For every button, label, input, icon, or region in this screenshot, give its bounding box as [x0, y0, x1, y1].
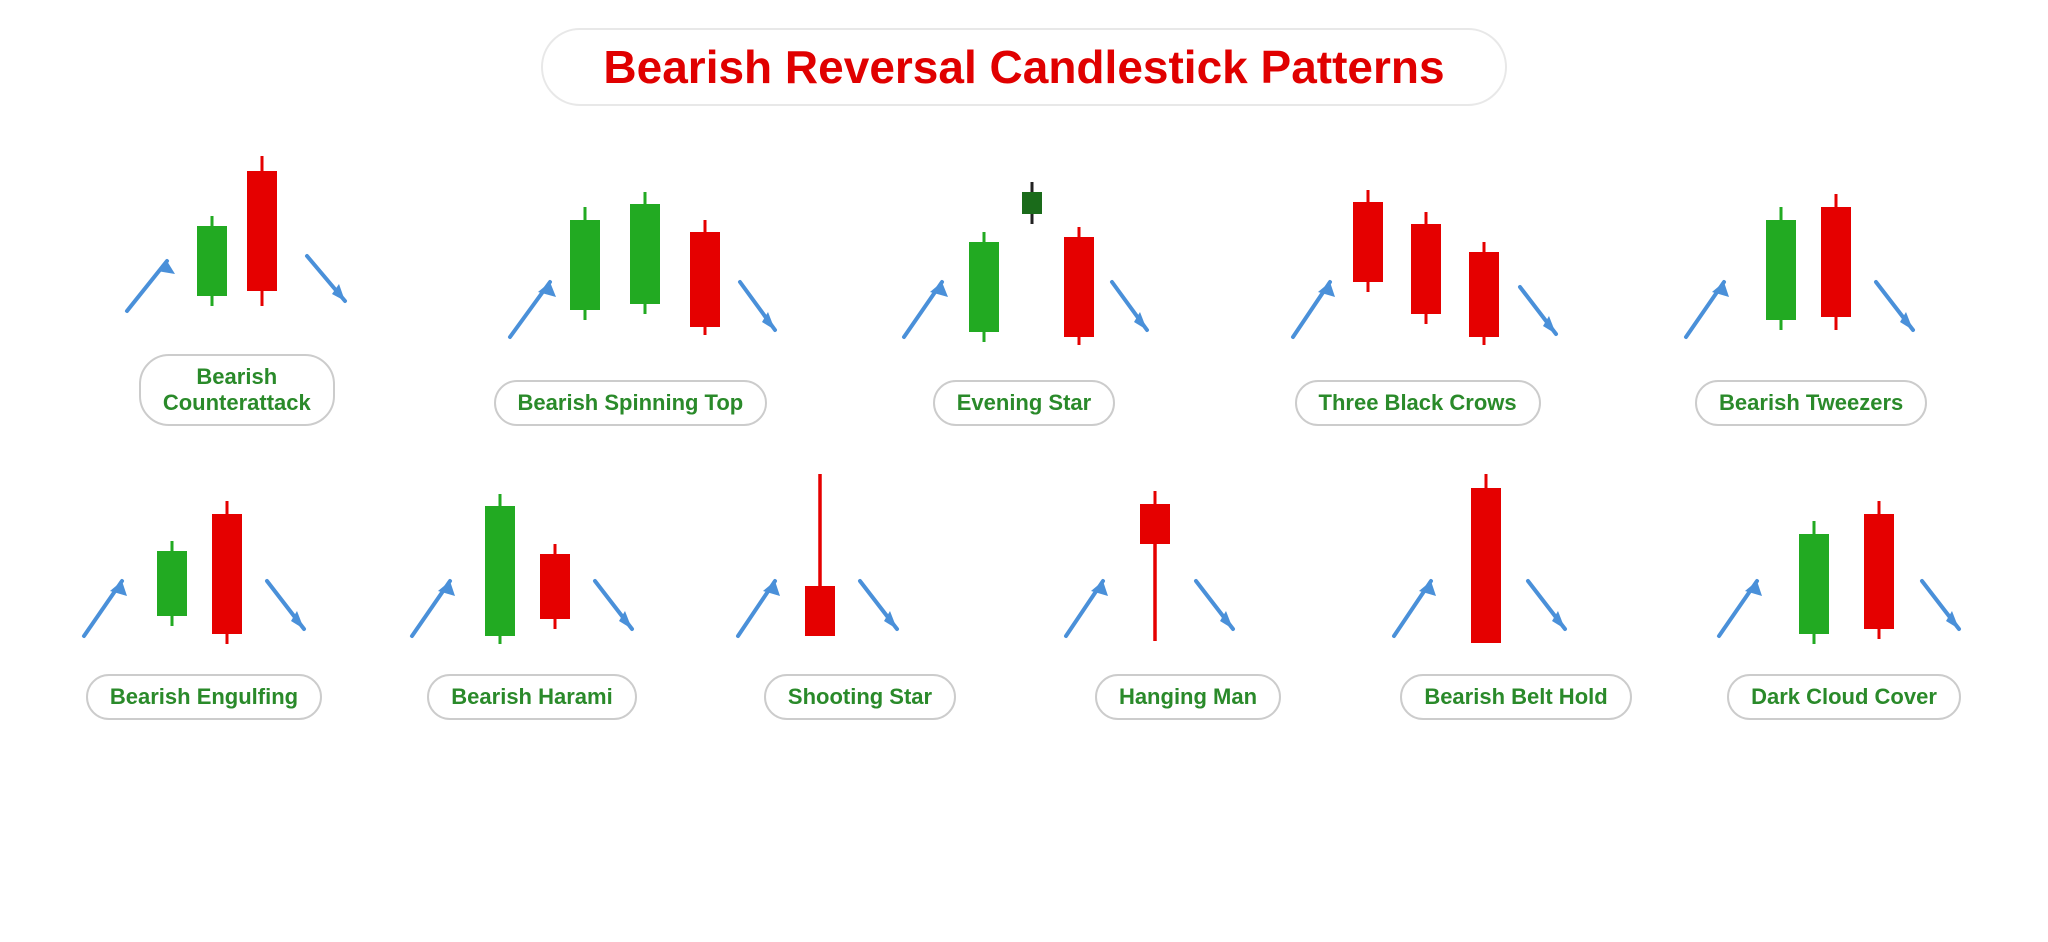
- pattern-visual-evening-star: [884, 152, 1164, 372]
- pattern-three-black-crows: Three Black Crows: [1248, 152, 1588, 426]
- pattern-label-bearish-tweezers: Bearish Tweezers: [1695, 380, 1927, 426]
- pattern-label-bearish-engulfing: Bearish Engulfing: [86, 674, 322, 720]
- pattern-bearish-engulfing: Bearish Engulfing: [40, 446, 368, 720]
- pattern-visual-shooting-star: [720, 446, 1000, 666]
- patterns-row-1: BearishCounterattack: [40, 126, 2008, 426]
- pattern-shooting-star: Shooting Star: [696, 446, 1024, 720]
- pattern-dark-cloud-cover: Dark Cloud Cover: [1680, 446, 2008, 720]
- pattern-evening-star: Evening Star: [854, 152, 1194, 426]
- pattern-hanging-man: Hanging Man: [1024, 446, 1352, 720]
- pattern-bearish-tweezers: Bearish Tweezers: [1641, 152, 1981, 426]
- pattern-label-shooting-star: Shooting Star: [764, 674, 956, 720]
- pattern-visual-bearish-tweezers: [1671, 152, 1951, 372]
- patterns-grid: BearishCounterattack: [0, 126, 2048, 730]
- pattern-label-bearish-spinning-top: Bearish Spinning Top: [494, 380, 768, 426]
- pattern-visual-bearish-spinning-top: [490, 152, 770, 372]
- pattern-bearish-counterattack: BearishCounterattack: [67, 126, 407, 426]
- pattern-label-bearish-harami: Bearish Harami: [427, 674, 636, 720]
- title-oval: Bearish Reversal Candlestick Patterns: [541, 28, 1506, 106]
- pattern-visual-bearish-counterattack: [97, 126, 377, 346]
- pattern-bearish-belt-hold: Bearish Belt Hold: [1352, 446, 1680, 720]
- pattern-label-bearish-counterattack: BearishCounterattack: [139, 354, 335, 426]
- pattern-bearish-harami: Bearish Harami: [368, 446, 696, 720]
- pattern-visual-bearish-belt-hold: [1376, 446, 1656, 666]
- pattern-visual-bearish-engulfing: [64, 446, 344, 666]
- patterns-row-2: Bearish Engulfing: [40, 446, 2008, 720]
- page-title: Bearish Reversal Candlestick Patterns: [603, 40, 1444, 94]
- pattern-bearish-spinning-top: Bearish Spinning Top: [460, 152, 800, 426]
- title-section: Bearish Reversal Candlestick Patterns: [0, 28, 2048, 106]
- pattern-label-evening-star: Evening Star: [933, 380, 1115, 426]
- pattern-label-bearish-belt-hold: Bearish Belt Hold: [1400, 674, 1631, 720]
- pattern-visual-hanging-man: [1048, 446, 1328, 666]
- pattern-label-three-black-crows: Three Black Crows: [1295, 380, 1541, 426]
- pattern-visual-bearish-harami: [392, 446, 672, 666]
- pattern-label-hanging-man: Hanging Man: [1095, 674, 1281, 720]
- pattern-visual-three-black-crows: [1278, 152, 1558, 372]
- pattern-label-dark-cloud-cover: Dark Cloud Cover: [1727, 674, 1961, 720]
- pattern-visual-dark-cloud-cover: [1704, 446, 1984, 666]
